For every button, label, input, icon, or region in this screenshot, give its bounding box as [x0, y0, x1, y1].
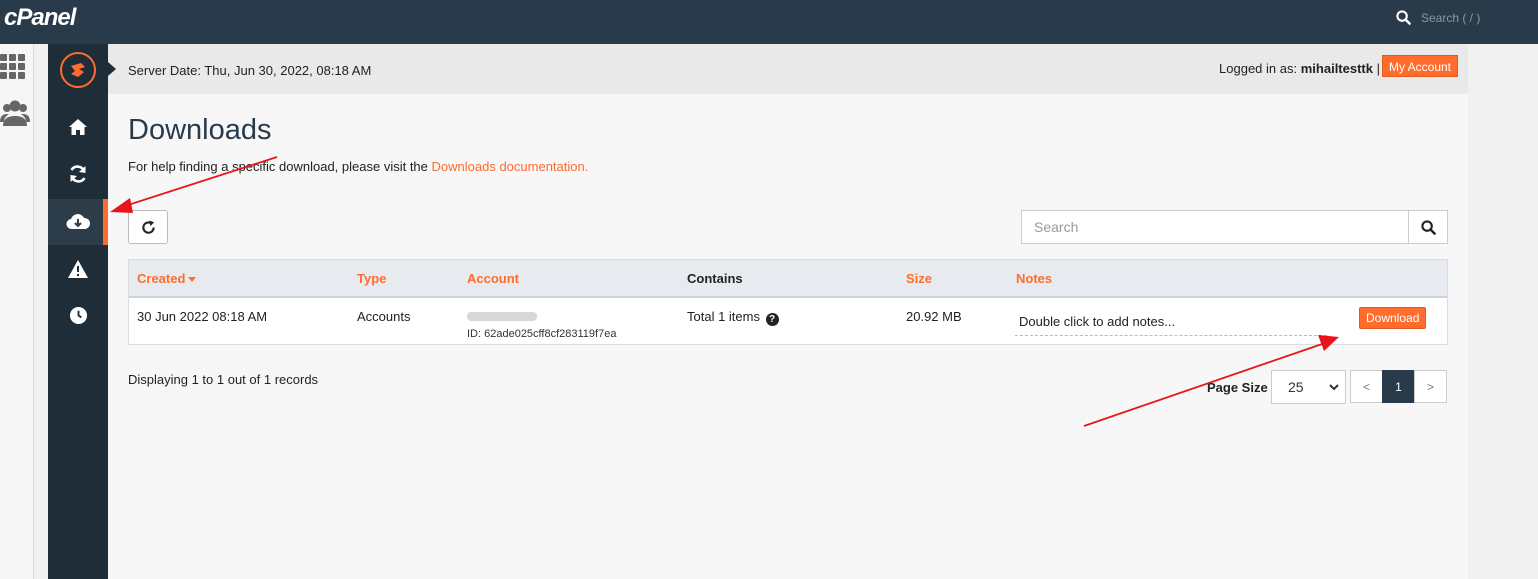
logged-in-info: Logged in as: mihailtesttk |: [1219, 61, 1380, 76]
question-circle-icon[interactable]: ?: [765, 313, 779, 326]
downloads-documentation-link[interactable]: Downloads documentation.: [432, 159, 589, 174]
column-notes[interactable]: Notes: [1016, 271, 1052, 286]
cell-created: 30 Jun 2022 08:18 AM: [137, 309, 268, 324]
cloud-download-icon: [66, 214, 90, 230]
username: mihailtesttk: [1300, 61, 1373, 76]
refresh-button[interactable]: [128, 210, 168, 244]
download-button[interactable]: Download: [1359, 307, 1427, 329]
help-text-body: For help finding a specific download, pl…: [128, 159, 432, 174]
server-date: Server Date: Thu, Jun 30, 2022, 08:18 AM: [128, 63, 372, 78]
top-search-placeholder[interactable]: Search ( / ): [1421, 11, 1480, 25]
chevron-down-icon: [1329, 384, 1339, 391]
notes-editable[interactable]: Double click to add notes...: [1015, 310, 1327, 336]
cpanel-logo[interactable]: cPanel: [4, 4, 76, 32]
app-switcher-strip: [0, 44, 34, 579]
top-search[interactable]: Search ( / ): [1396, 10, 1480, 25]
home-icon: [69, 119, 87, 135]
column-type[interactable]: Type: [357, 271, 386, 286]
refresh-icon: [141, 219, 155, 234]
sidebar-item-alerts[interactable]: [48, 246, 108, 292]
downloads-table: Created Type Account Contains Size Notes…: [128, 259, 1448, 345]
sidebar-item-downloads[interactable]: [48, 199, 108, 245]
pagination-prev[interactable]: <: [1350, 370, 1383, 403]
contains-text: Total 1 items: [687, 309, 760, 324]
page-size-label: Page Size: [1207, 380, 1268, 395]
search-icon: [1420, 219, 1436, 235]
users-icon[interactable]: [0, 100, 30, 128]
redacted-account-name: [467, 312, 537, 321]
sidebar-item-history[interactable]: [48, 292, 108, 338]
column-created-label: Created: [137, 271, 186, 286]
page-size-select[interactable]: 25: [1271, 370, 1346, 404]
cpanel-brand-icon[interactable]: [60, 52, 96, 88]
top-bar: cPanel Search ( / ): [0, 0, 1538, 44]
table-header: Created Type Account Contains Size Notes: [129, 260, 1447, 298]
search-button[interactable]: [1408, 210, 1448, 244]
page-title: Downloads: [128, 114, 272, 146]
refresh-icon: [70, 165, 86, 183]
sidebar-item-transfers[interactable]: [48, 151, 108, 197]
column-contains: Contains: [687, 271, 743, 286]
page-size-value: 25: [1288, 379, 1304, 395]
sidebar-item-home[interactable]: [48, 104, 108, 150]
cell-size: 20.92 MB: [906, 309, 962, 324]
account-id: ID: 62ade025cff8cf283119f7ea: [467, 328, 617, 340]
search-input[interactable]: [1021, 210, 1409, 244]
header-notch: [108, 62, 116, 76]
logged-in-label: Logged in as:: [1219, 61, 1298, 76]
column-size[interactable]: Size: [906, 271, 932, 286]
column-account[interactable]: Account: [467, 271, 519, 286]
sidebar: [48, 44, 108, 579]
page-header: Server Date: Thu, Jun 30, 2022, 08:18 AM…: [108, 44, 1468, 94]
separator: |: [1376, 61, 1380, 76]
record-count: Displaying 1 to 1 out of 1 records: [128, 372, 319, 387]
main-content: Downloads For help finding a specific do…: [108, 94, 1468, 579]
cell-type: Accounts: [357, 309, 411, 324]
cell-account: ID: 62ade025cff8cf283119f7ea: [467, 309, 616, 340]
grid-icon[interactable]: [0, 54, 28, 80]
search-icon: [1396, 10, 1411, 25]
my-account-button[interactable]: My Account: [1381, 55, 1458, 77]
help-text: For help finding a specific download, pl…: [128, 159, 588, 174]
clock-icon: [69, 306, 87, 324]
sort-caret-icon: [188, 277, 197, 283]
cell-contains: Total 1 items ?: [687, 309, 779, 326]
pagination-page-1[interactable]: 1: [1382, 370, 1415, 403]
warning-icon: [68, 260, 88, 278]
column-created[interactable]: Created: [137, 271, 197, 286]
table-row: 30 Jun 2022 08:18 AM Accounts ID: 62ade0…: [129, 298, 1447, 344]
pagination-next[interactable]: >: [1414, 370, 1447, 403]
